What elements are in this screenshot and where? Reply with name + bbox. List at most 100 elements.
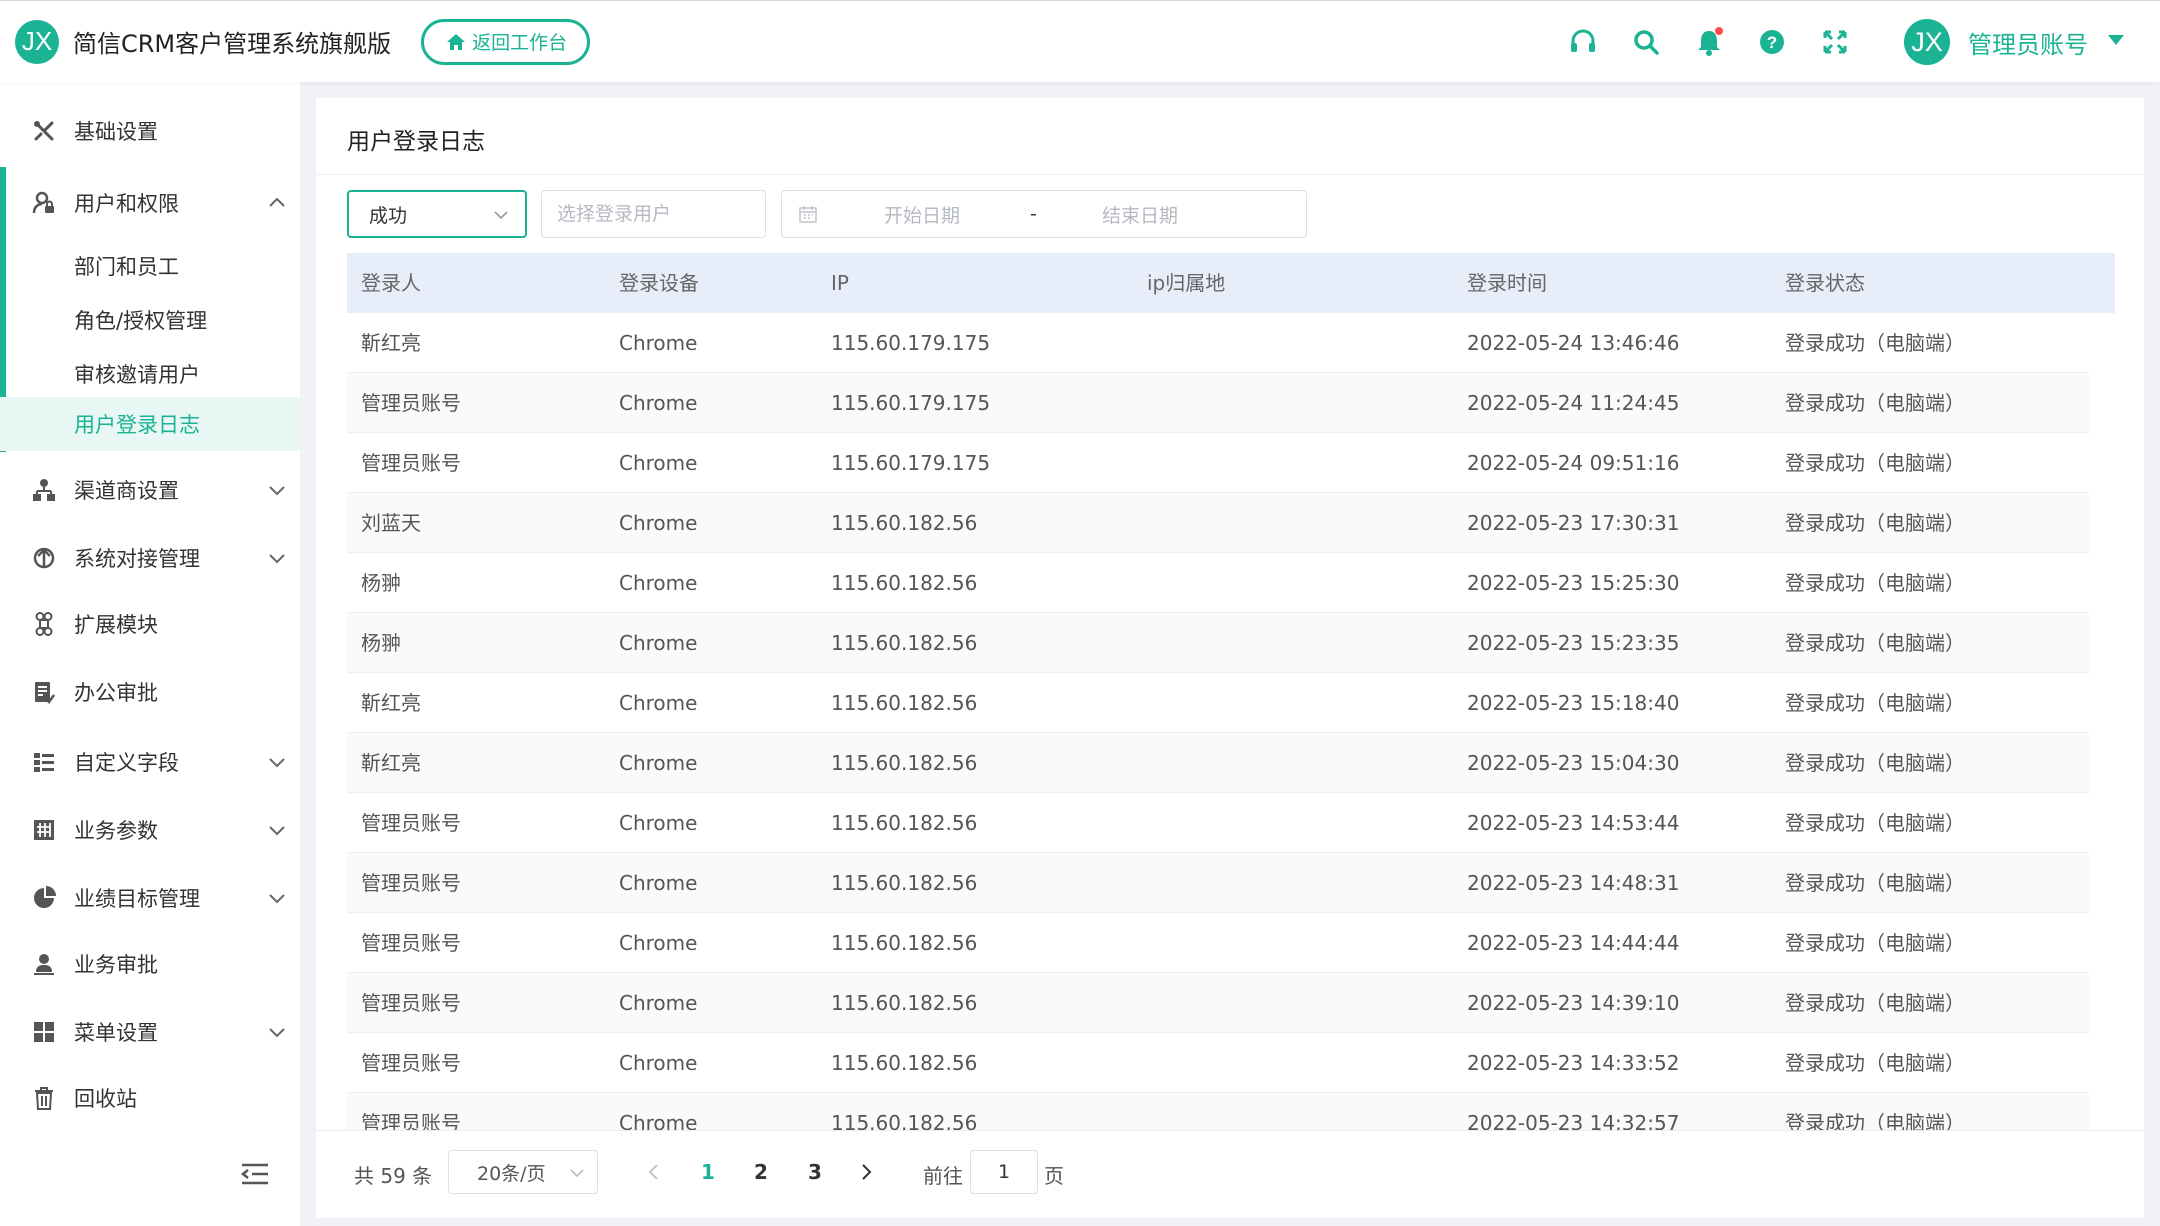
user-dropdown-caret-icon[interactable] <box>2108 35 2124 45</box>
table-cell: 115.60.182.56 <box>831 1111 978 1130</box>
table-cell: Chrome <box>619 511 698 535</box>
sidebar-item-menu-settings[interactable]: 菜单设置 <box>0 1005 300 1059</box>
table-body: 靳红亮 Chrome 115.60.179.175 2022-05-24 13:46:… <box>347 313 2089 1130</box>
calendar-icon <box>799 206 817 223</box>
table-row[interactable]: 杨翀 Chrome 115.60.182.56 2022-05-23 15:25:30… <box>347 553 2089 613</box>
goto-page-input[interactable] <box>970 1150 1038 1194</box>
sidebar-item-recycle-bin[interactable]: 回收站 <box>0 1071 300 1125</box>
table-row[interactable]: 管理员账号 Chrome 115.60.182.56 2022-05-23 14:53… <box>347 793 2089 853</box>
table-row[interactable]: 靳红亮 Chrome 115.60.179.175 2022-05-24 13:46:… <box>347 313 2089 373</box>
table-cell: 115.60.182.56 <box>831 811 978 835</box>
date-start-placeholder[interactable]: 开始日期 <box>842 201 1002 228</box>
table-cell: 2022-05-23 15:18:40 <box>1467 691 1680 715</box>
bell-icon[interactable] <box>1691 24 1727 60</box>
sidebar-collapse-icon[interactable] <box>240 1162 270 1186</box>
help-icon[interactable]: ? <box>1754 24 1790 60</box>
sidebar-item-business-approval[interactable]: 业务审批 <box>0 937 300 991</box>
tools-icon <box>31 118 57 144</box>
user-avatar[interactable]: JX <box>1904 19 1950 65</box>
sidebar-item-label: 系统对接管理 <box>74 547 200 571</box>
table-row[interactable]: 靳红亮 Chrome 115.60.182.56 2022-05-23 15:18:4… <box>347 673 2089 733</box>
main-panel: 用户登录日志 成功 开始日期 - 结束日期 登录人 登录设备 IP ip归属地 … <box>316 98 2144 1218</box>
table-cell: 2022-05-24 13:46:46 <box>1467 331 1680 355</box>
chevron-down-icon <box>269 486 285 496</box>
column-header: IP <box>831 271 849 295</box>
search-icon[interactable] <box>1628 24 1664 60</box>
table-row[interactable]: 管理员账号 Chrome 115.60.179.175 2022-05-24 11:2… <box>347 373 2089 433</box>
table-row[interactable]: 管理员账号 Chrome 115.60.182.56 2022-05-23 14:48… <box>347 853 2089 913</box>
table-cell: Chrome <box>619 331 698 355</box>
sidebar-subitem-departments[interactable]: 部门和员工 <box>0 239 300 293</box>
sidebar-subitem-login-log[interactable]: 用户登录日志 <box>0 397 300 451</box>
table-cell: Chrome <box>619 811 698 835</box>
top-header: JX 简信CRM客户管理系统旗舰版 返回工作台 ? JX 管理员账号 <box>0 0 2160 82</box>
date-range-picker[interactable]: 开始日期 - 结束日期 <box>781 190 1307 238</box>
table-cell: Chrome <box>619 931 698 955</box>
column-header: 登录时间 <box>1467 271 1547 295</box>
sidebar-item-label: 业务审批 <box>74 953 158 977</box>
column-header: 登录状态 <box>1785 271 1865 295</box>
sidebar-item-label: 用户和权限 <box>74 192 179 216</box>
sidebar-item-extensions[interactable]: 扩展模块 <box>0 597 300 651</box>
table-cell: 2022-05-23 14:53:44 <box>1467 811 1680 835</box>
sidebar-item-users-permissions[interactable]: 用户和权限 <box>0 176 300 230</box>
table-row[interactable]: 管理员账号 Chrome 115.60.182.56 2022-05-23 14:32… <box>347 1093 2089 1130</box>
table-cell: Chrome <box>619 691 698 715</box>
table-header: 登录人 登录设备 IP ip归属地 登录时间 登录状态 <box>347 253 2115 313</box>
page-size-select[interactable]: 20条/页 <box>448 1150 598 1194</box>
date-end-placeholder[interactable]: 结束日期 <box>1060 201 1220 228</box>
goto-suffix: 页 <box>1044 1164 1064 1188</box>
table-row[interactable]: 靳红亮 Chrome 115.60.182.56 2022-05-23 15:04:3… <box>347 733 2089 793</box>
table-cell: 登录成功（电脑端） <box>1785 1111 1965 1130</box>
sidebar-item-performance-goals[interactable]: 业绩目标管理 <box>0 871 300 925</box>
app-logo: JX <box>15 19 59 64</box>
page-number-2[interactable]: 2 <box>743 1156 779 1188</box>
login-user-select[interactable] <box>541 190 766 238</box>
date-separator: - <box>1030 203 1037 225</box>
back-to-workbench-button[interactable]: 返回工作台 <box>421 18 591 65</box>
user-name[interactable]: 管理员账号 <box>1968 25 2088 60</box>
table-cell: 2022-05-23 17:30:31 <box>1467 511 1680 535</box>
column-header: 登录设备 <box>619 271 699 295</box>
chevron-down-icon <box>570 1169 584 1178</box>
page-number-3[interactable]: 3 <box>797 1156 833 1188</box>
sidebar-item-office-approval[interactable]: 办公审批 <box>0 665 300 719</box>
fullscreen-icon[interactable] <box>1817 24 1853 60</box>
sidebar-item-business-params[interactable]: 业务参数 <box>0 803 300 857</box>
headset-icon[interactable] <box>1565 24 1601 60</box>
table-row[interactable]: 刘蓝天 Chrome 115.60.182.56 2022-05-23 17:30:3… <box>347 493 2089 553</box>
page-number-1[interactable]: 1 <box>690 1156 726 1188</box>
sidebar: 基础设置 用户和权限 部门和员工 角色/授权管理 审核邀请用户 用户登录日志 渠… <box>0 82 300 1226</box>
table-cell: 靳红亮 <box>361 691 421 715</box>
person-stamp-icon <box>31 951 57 977</box>
sidebar-item-channel[interactable]: 渠道商设置 <box>0 463 300 517</box>
sidebar-subitem-invite-review[interactable]: 审核邀请用户 <box>0 347 300 401</box>
table-cell: 115.60.179.175 <box>831 391 991 415</box>
table-cell: 登录成功（电脑端） <box>1785 391 1965 415</box>
table-row[interactable]: 管理员账号 Chrome 115.60.179.175 2022-05-24 09:5… <box>347 433 2089 493</box>
table-cell: 管理员账号 <box>361 451 461 475</box>
table-cell: 115.60.179.175 <box>831 331 991 355</box>
status-filter-select[interactable]: 成功 <box>347 190 527 238</box>
header-icon-bar: ? <box>1565 1 1880 83</box>
table-row[interactable]: 管理员账号 Chrome 115.60.182.56 2022-05-23 14:39… <box>347 973 2089 1033</box>
goto-label: 前往 <box>923 1164 963 1188</box>
sidebar-item-custom-fields[interactable]: 自定义字段 <box>0 735 300 789</box>
chevron-down-icon <box>494 211 508 220</box>
table-cell: 管理员账号 <box>361 1051 461 1075</box>
integration-icon <box>31 545 57 571</box>
table-row[interactable]: 管理员账号 Chrome 115.60.182.56 2022-05-23 14:33… <box>347 1033 2089 1093</box>
sidebar-item-basic-settings[interactable]: 基础设置 <box>0 104 300 158</box>
next-page-icon[interactable] <box>854 1160 878 1184</box>
list-fields-icon <box>31 749 57 775</box>
sidebar-item-system-integration[interactable]: 系统对接管理 <box>0 531 300 585</box>
table-cell: 管理员账号 <box>361 991 461 1015</box>
table-row[interactable]: 管理员账号 Chrome 115.60.182.56 2022-05-23 14:44… <box>347 913 2089 973</box>
table-cell: 杨翀 <box>361 631 401 655</box>
sidebar-item-label: 业绩目标管理 <box>74 887 200 911</box>
prev-page-icon[interactable] <box>642 1160 666 1184</box>
sidebar-subitem-roles[interactable]: 角色/授权管理 <box>0 293 300 347</box>
table-cell: 登录成功（电脑端） <box>1785 871 1965 895</box>
table-row[interactable]: 杨翀 Chrome 115.60.182.56 2022-05-23 15:23:35… <box>347 613 2089 673</box>
table-cell: 115.60.182.56 <box>831 871 978 895</box>
